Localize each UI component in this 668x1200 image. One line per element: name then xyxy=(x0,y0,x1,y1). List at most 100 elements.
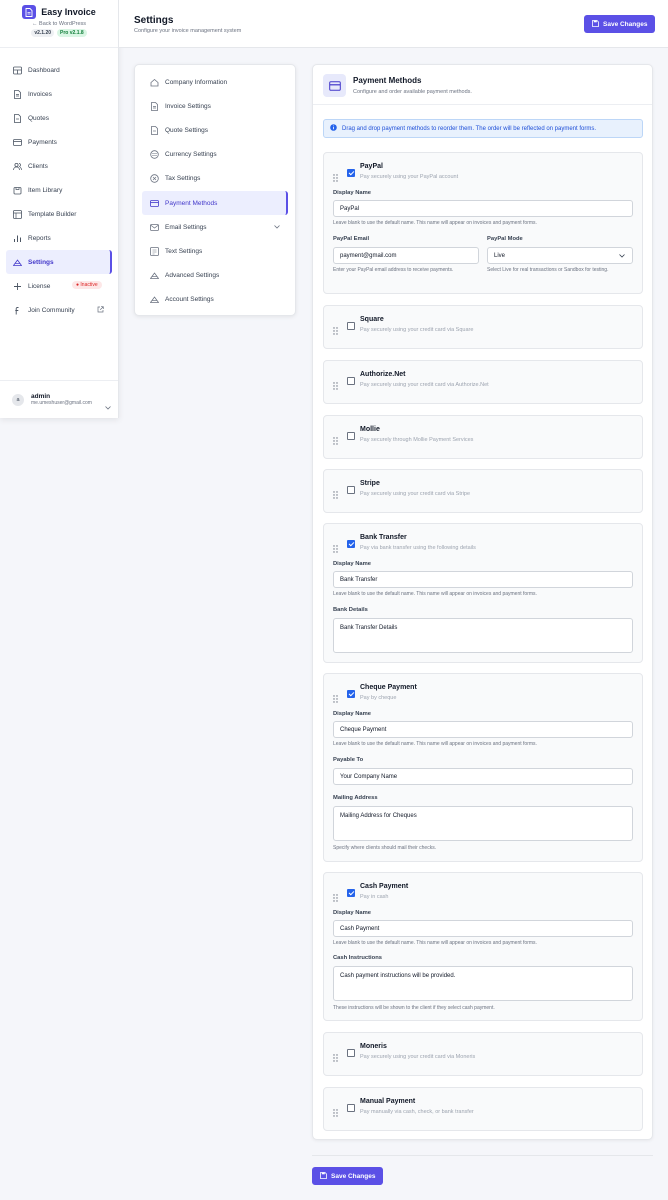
method-description: Pay securely using your credit card via … xyxy=(360,1054,476,1060)
user-menu[interactable]: a admin me.umeshuser@gmail.com xyxy=(0,380,118,418)
drag-handle-icon[interactable] xyxy=(333,486,338,504)
payment-method-cheque[interactable]: Cheque Payment Pay by cheque Display Nam… xyxy=(323,673,643,862)
settings-nav-text-settings[interactable]: Text Settings xyxy=(135,239,295,263)
settings-nav-payment-methods[interactable]: Payment Methods xyxy=(142,190,288,216)
settings-nav-email-settings[interactable]: Email Settings xyxy=(135,215,295,239)
paypal-mode-help: Select Live for real transactions or San… xyxy=(487,267,609,273)
sidebar-item-dashboard[interactable]: Dashboard xyxy=(0,58,118,82)
display-name-label: Display Name xyxy=(333,190,372,196)
drag-handle-icon[interactable] xyxy=(333,690,338,708)
enable-checkbox[interactable] xyxy=(347,322,355,330)
settings-nav-currency-settings[interactable]: Currency Settings xyxy=(135,143,295,167)
display-name-help: Leave blank to use the default name. Thi… xyxy=(333,220,537,226)
enable-checkbox[interactable] xyxy=(347,690,355,698)
enable-checkbox[interactable] xyxy=(347,1104,355,1112)
sidebar-item-clients[interactable]: Clients xyxy=(0,154,118,178)
paypal-email-input[interactable]: payment@gmail.com xyxy=(333,247,479,264)
settings-nav-label: Advanced Settings xyxy=(165,272,220,280)
drag-handle-icon[interactable] xyxy=(333,322,338,340)
drag-handle-icon[interactable] xyxy=(333,1049,338,1067)
mailing-address-label: Mailing Address xyxy=(333,795,378,801)
drag-handle-icon[interactable] xyxy=(333,377,338,395)
drag-handle-icon[interactable] xyxy=(333,169,338,187)
sidebar-item-join-community[interactable]: Join Community xyxy=(0,298,118,322)
settings-nav: Company Information Invoice Settings Quo… xyxy=(134,64,296,316)
mailing-address-textarea[interactable]: Mailing Address for Cheques xyxy=(333,806,633,841)
drag-handle-icon[interactable] xyxy=(333,889,338,907)
sidebar-item-template-builder[interactable]: Template Builder xyxy=(0,202,118,226)
payment-method-mollie[interactable]: Mollie Pay securely through Mollie Payme… xyxy=(323,415,643,459)
footer-save-changes-button[interactable]: Save Changes xyxy=(312,1167,384,1185)
enable-checkbox[interactable] xyxy=(347,889,355,897)
settings-nav-tax-settings[interactable]: Tax Settings xyxy=(135,167,295,191)
enable-checkbox[interactable] xyxy=(347,486,355,494)
paypal-mode-select[interactable]: Live xyxy=(487,247,633,264)
settings-nav-label: Account Settings xyxy=(165,296,214,304)
cash-instructions-textarea[interactable]: Cash payment instructions will be provid… xyxy=(333,966,633,1001)
enable-checkbox[interactable] xyxy=(347,432,355,440)
paypal-email-help: Enter your PayPal email address to recei… xyxy=(333,267,454,273)
drag-handle-icon[interactable] xyxy=(333,1104,338,1122)
payment-method-cash[interactable]: Cash Payment Pay in cash Display Name Ca… xyxy=(323,872,643,1021)
clients-icon xyxy=(13,162,22,171)
sidebar-item-settings[interactable]: Settings xyxy=(6,250,112,274)
facebook-icon xyxy=(13,306,22,315)
display-name-input[interactable]: Cheque Payment xyxy=(333,721,633,738)
mailing-address-help: Specify where clients should mail their … xyxy=(333,845,437,851)
settings-nav-invoice-settings[interactable]: Invoice Settings xyxy=(135,94,295,118)
settings-nav-account-settings[interactable]: Account Settings xyxy=(135,288,295,312)
payment-method-manual[interactable]: Manual Payment Pay manually via cash, ch… xyxy=(323,1087,643,1131)
paypal-mode-label: PayPal Mode xyxy=(487,236,523,242)
drag-handle-icon[interactable] xyxy=(333,432,338,450)
sidebar-item-item-library[interactable]: Item Library xyxy=(0,178,118,202)
sidebar-item-payments[interactable]: Payments xyxy=(0,130,118,154)
display-name-help: Leave blank to use the default name. Thi… xyxy=(333,940,537,946)
save-label: Save Changes xyxy=(603,20,648,28)
payment-method-stripe[interactable]: Stripe Pay securely using your credit ca… xyxy=(323,469,643,513)
sidebar-item-quotes[interactable]: Quotes xyxy=(0,106,118,130)
back-to-wordpress-link[interactable]: ← Back to WordPress xyxy=(0,21,118,27)
invoice-icon xyxy=(13,89,22,99)
method-description: Pay securely using your credit card via … xyxy=(360,382,489,388)
sidebar-item-label: Item Library xyxy=(28,186,63,194)
top-bar: Settings Configure your invoice manageme… xyxy=(119,0,668,48)
chevron-down-icon xyxy=(105,397,111,415)
payment-method-authorize-net[interactable]: Authorize.Net Pay securely using your cr… xyxy=(323,360,643,404)
bank-details-textarea[interactable]: Bank Transfer Details xyxy=(333,618,633,653)
avatar: a xyxy=(12,393,24,406)
payment-method-bank-transfer[interactable]: Bank Transfer Pay via bank transfer usin… xyxy=(323,523,643,663)
enable-checkbox[interactable] xyxy=(347,377,355,385)
drag-handle-icon[interactable] xyxy=(333,540,338,558)
sidebar-item-license[interactable]: License ● Inactive xyxy=(0,274,118,298)
enable-checkbox[interactable] xyxy=(347,169,355,177)
cash-instructions-help: These instructions will be shown to the … xyxy=(333,1005,495,1011)
settings-nav-advanced-settings[interactable]: Advanced Settings xyxy=(135,264,295,288)
payment-method-square[interactable]: Square Pay securely using your credit ca… xyxy=(323,305,643,349)
footer-divider xyxy=(312,1155,653,1156)
payment-method-moneris[interactable]: Moneris Pay securely using your credit c… xyxy=(323,1032,643,1076)
enable-checkbox[interactable] xyxy=(347,540,355,548)
display-name-input[interactable]: PayPal xyxy=(333,200,633,217)
settings-nav-quote-settings[interactable]: Quote Settings xyxy=(135,118,295,142)
enable-checkbox[interactable] xyxy=(347,1049,355,1057)
panel-title: Payment Methods xyxy=(353,76,422,85)
panel-header: Payment Methods Configure and order avai… xyxy=(313,65,652,105)
settings-nav-company-information[interactable]: Company Information xyxy=(135,70,295,94)
sidebar-item-reports[interactable]: Reports xyxy=(0,226,118,250)
save-changes-button[interactable]: Save Changes xyxy=(584,15,656,33)
pro-version-badge: Pro v2.1.8 xyxy=(57,29,87,37)
credit-card-icon xyxy=(323,74,346,97)
method-description: Pay in cash xyxy=(360,894,389,900)
payable-to-label: Payable To xyxy=(333,757,364,763)
version-badge: v2.1.20 xyxy=(31,29,55,37)
sidebar-item-invoices[interactable]: Invoices xyxy=(0,82,118,106)
method-name: Mollie xyxy=(360,426,380,433)
sidebar-item-label: Reports xyxy=(28,234,51,242)
payment-method-paypal[interactable]: PayPal Pay securely using your PayPal ac… xyxy=(323,152,643,294)
display-name-input[interactable]: Bank Transfer xyxy=(333,571,633,588)
display-name-input[interactable]: Cash Payment xyxy=(333,920,633,937)
quote-icon xyxy=(13,113,22,123)
payable-to-input[interactable]: Your Company Name xyxy=(333,768,633,785)
invoice-icon xyxy=(150,101,159,111)
settings-nav-label: Text Settings xyxy=(165,247,203,255)
